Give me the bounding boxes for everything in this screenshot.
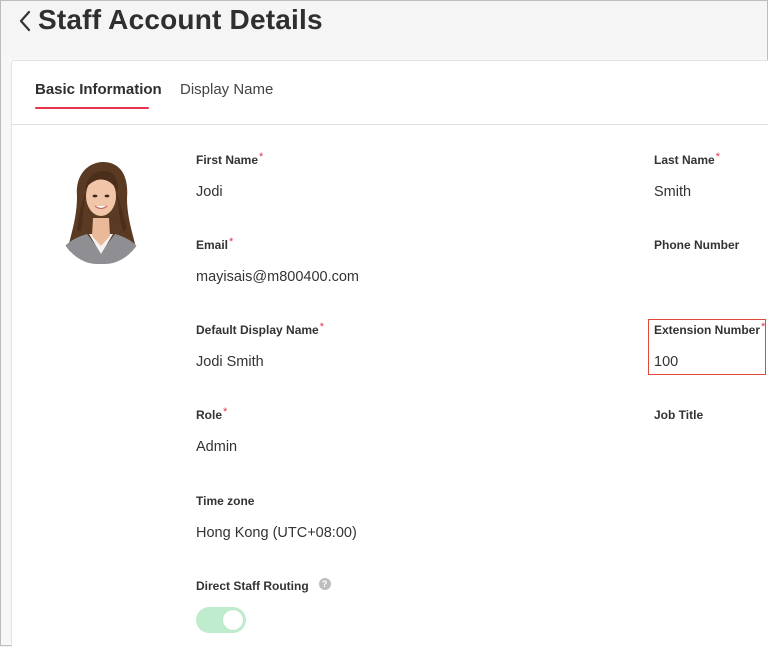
role-value[interactable]: Admin — [196, 439, 237, 457]
extension-number-label: Extension Number — [654, 323, 761, 337]
role-field: Role * Admin — [196, 406, 237, 457]
phone-number-value[interactable] — [654, 269, 739, 287]
last-name-label: Last Name — [654, 153, 715, 167]
required-marker: * — [229, 236, 234, 248]
direct-staff-routing-toggle[interactable] — [196, 607, 246, 633]
help-icon[interactable]: ? — [318, 578, 331, 590]
phone-number-field: Phone Number — [654, 238, 739, 287]
job-title-value[interactable] — [654, 439, 703, 457]
extension-number-value[interactable]: 100 — [654, 354, 765, 372]
direct-staff-routing-label: Direct Staff Routing — [196, 579, 309, 593]
time-zone-field: Time zone Hong Kong (UTC+08:00) — [196, 494, 357, 543]
active-tab-indicator — [35, 107, 149, 109]
email-value[interactable]: mayisais@m800400.com — [196, 269, 359, 287]
role-label: Role — [196, 408, 223, 422]
last-name-value[interactable]: Smith — [654, 184, 720, 202]
tab-display-name[interactable]: Display Name — [180, 81, 273, 98]
default-display-name-field: Default Display Name * Jodi Smith — [196, 321, 324, 372]
first-name-label: First Name — [196, 153, 259, 167]
required-marker: * — [761, 321, 766, 333]
direct-staff-routing-field: Direct Staff Routing ? — [196, 578, 331, 593]
time-zone-label: Time zone — [196, 494, 255, 508]
job-title-field: Job Title — [654, 408, 703, 457]
last-name-field: Last Name * Smith — [654, 151, 720, 202]
page-header: Staff Account Details — [1, 1, 767, 57]
first-name-field: First Name * Jodi — [196, 151, 264, 202]
tab-bar: Basic Information Display Name — [12, 61, 768, 125]
profile-photo — [53, 156, 149, 264]
first-name-value[interactable]: Jodi — [196, 184, 263, 202]
required-marker: * — [319, 321, 324, 333]
default-display-name-label: Default Display Name — [196, 323, 319, 337]
phone-number-label: Phone Number — [654, 238, 740, 252]
email-field: Email * mayisais@m800400.com — [196, 236, 359, 287]
tab-basic-information[interactable]: Basic Information — [35, 81, 162, 98]
page-title: Staff Account Details — [38, 4, 323, 35]
job-title-label: Job Title — [654, 408, 704, 422]
time-zone-value[interactable]: Hong Kong (UTC+08:00) — [196, 525, 357, 543]
required-marker: * — [715, 151, 720, 163]
avatar — [53, 156, 149, 264]
chevron-left-icon — [19, 10, 31, 32]
extension-number-field: Extension Number * 100 — [654, 321, 766, 372]
default-display-name-value[interactable]: Jodi Smith — [196, 354, 324, 372]
back-button[interactable] — [13, 7, 37, 35]
toggle-knob — [223, 610, 243, 630]
required-marker: * — [223, 406, 228, 418]
app-window: Staff Account Details Basic Information … — [0, 0, 768, 647]
email-label: Email — [196, 238, 229, 252]
required-marker: * — [259, 151, 264, 163]
details-card: Basic Information Display Name First Nam… — [11, 60, 768, 647]
